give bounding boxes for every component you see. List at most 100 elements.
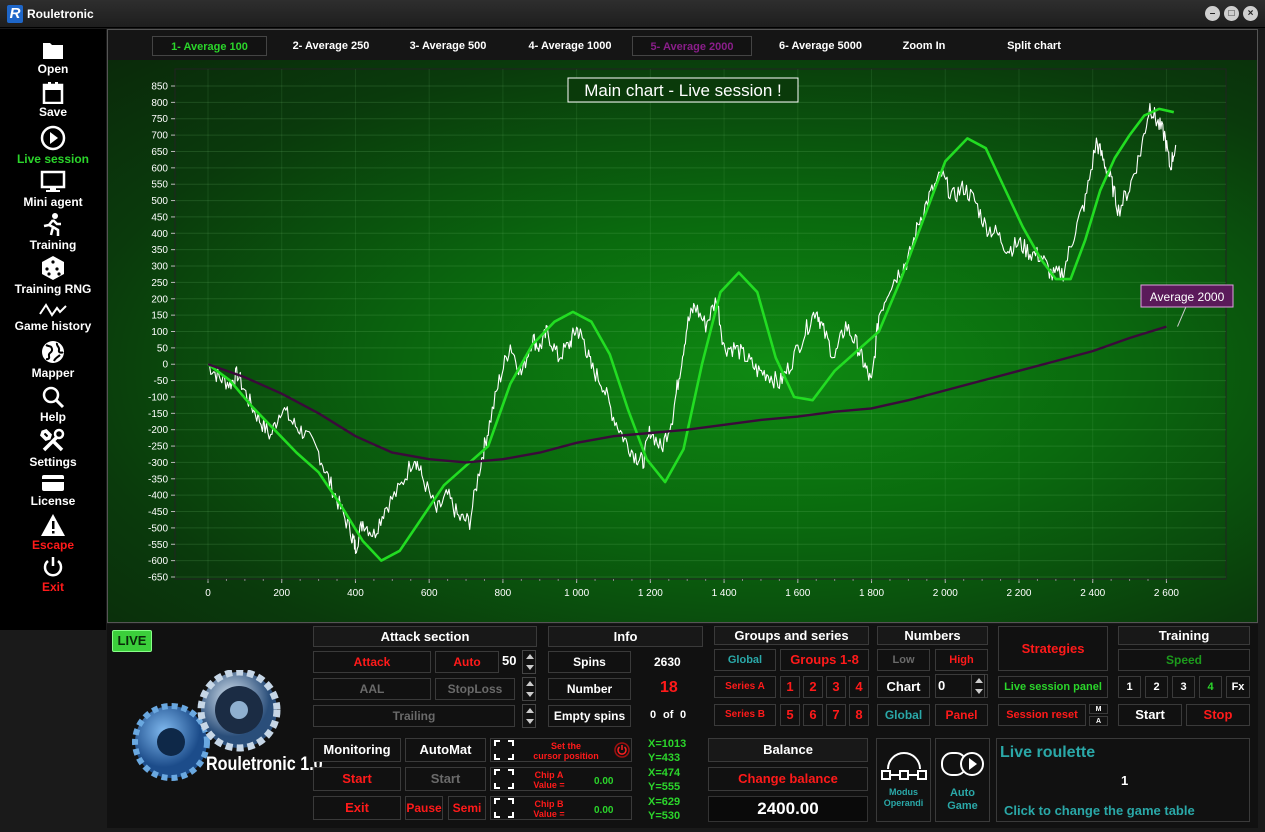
sidebar-item-live-session[interactable]: Live session bbox=[0, 125, 106, 166]
chart-button[interactable]: Chart bbox=[877, 676, 930, 698]
mode-a-button[interactable]: A bbox=[1089, 716, 1108, 726]
group-2-button[interactable]: 2 bbox=[803, 676, 823, 698]
auto-game-button[interactable]: Auto Game bbox=[935, 738, 990, 822]
automat-start-button[interactable]: Start bbox=[405, 767, 486, 791]
sidebar-item-settings[interactable]: Settings bbox=[0, 428, 106, 469]
group-3-button[interactable]: 3 bbox=[826, 676, 846, 698]
brand-label: Rouletronic 1.0 bbox=[206, 754, 323, 775]
card-icon bbox=[42, 475, 64, 491]
series-a-button[interactable]: Series A bbox=[714, 676, 776, 698]
pulse-icon bbox=[39, 303, 67, 317]
group-6-button[interactable]: 6 bbox=[803, 704, 823, 726]
groups-1-8-button[interactable]: Groups 1-8 bbox=[780, 649, 869, 671]
monitoring-exit-button[interactable]: Exit bbox=[313, 796, 401, 820]
tab-split-chart[interactable]: Split chart bbox=[994, 36, 1074, 56]
session-reset-button[interactable]: Session reset bbox=[998, 704, 1086, 726]
empty-spins-total: 0 bbox=[680, 709, 687, 721]
info-title: Info bbox=[548, 626, 703, 647]
tab-average-250[interactable]: 2- Average 250 bbox=[276, 36, 386, 56]
high-button[interactable]: High bbox=[935, 649, 988, 671]
sidebar-item-save[interactable]: Save bbox=[0, 82, 106, 119]
sidebar-item-exit[interactable]: Exit bbox=[0, 555, 106, 594]
tab-average-1000[interactable]: 4- Average 1000 bbox=[511, 36, 629, 56]
change-game-table-link[interactable]: Click to change the game table bbox=[1004, 803, 1195, 818]
panel-button[interactable]: Panel bbox=[935, 704, 988, 726]
sidebar-item-training[interactable]: Training bbox=[0, 213, 106, 252]
tab-average-2000[interactable]: 5- Average 2000 bbox=[632, 36, 752, 56]
fx-button[interactable]: Fx bbox=[1226, 676, 1250, 698]
groups-global-button[interactable]: Global bbox=[714, 649, 776, 671]
chip-a-button[interactable]: Chip A Value = 0.00 bbox=[490, 767, 632, 791]
trailing-spinner[interactable] bbox=[522, 704, 536, 728]
trailing-button[interactable]: Trailing bbox=[313, 705, 515, 727]
speed-2-button[interactable]: 2 bbox=[1145, 676, 1168, 698]
pause-button[interactable]: Pause bbox=[405, 796, 443, 820]
balance-value: 2400.00 bbox=[708, 796, 868, 822]
tab-zoom-in[interactable]: Zoom In bbox=[888, 36, 960, 56]
speed-button[interactable]: Speed bbox=[1118, 649, 1250, 671]
sidebar-item-mapper[interactable]: Mapper bbox=[0, 339, 106, 380]
close-button[interactable]: × bbox=[1243, 6, 1258, 21]
sidebar-item-escape[interactable]: Escape bbox=[0, 513, 106, 552]
set-cursor-line2: cursor position bbox=[533, 751, 599, 761]
power-icon bbox=[43, 557, 63, 577]
change-balance-button[interactable]: Change balance bbox=[708, 767, 868, 791]
series-b-button[interactable]: Series B bbox=[714, 704, 776, 726]
y-tick-label: 350 bbox=[151, 245, 168, 256]
sidebar-item-license[interactable]: License bbox=[0, 473, 106, 508]
modus-operandi-button[interactable]: Modus Operandi bbox=[876, 738, 931, 822]
chip-a-value: 0.00 bbox=[594, 776, 614, 787]
speed-1-button[interactable]: 1 bbox=[1118, 676, 1141, 698]
live-roulette-panel[interactable]: Live roulette 1 Click to change the game… bbox=[996, 738, 1250, 822]
average-100-line bbox=[207, 107, 1175, 562]
sidebar-item-training-rng[interactable]: Training RNG bbox=[0, 255, 106, 296]
group-1-button[interactable]: 1 bbox=[780, 676, 800, 698]
monitoring-button[interactable]: Monitoring bbox=[313, 738, 401, 762]
strategies-button[interactable]: Strategies bbox=[998, 626, 1108, 671]
chart-tab-bar: 1- Average 100 2- Average 250 3- Average… bbox=[108, 30, 1257, 60]
tab-average-100[interactable]: 1- Average 100 bbox=[152, 36, 267, 56]
sidebar-item-open[interactable]: Open bbox=[0, 39, 106, 76]
training-stop-button[interactable]: Stop bbox=[1186, 704, 1250, 726]
low-button[interactable]: Low bbox=[877, 649, 930, 671]
attack-value-spinner[interactable] bbox=[522, 650, 536, 674]
group-4-button[interactable]: 4 bbox=[849, 676, 869, 698]
speed-4-button[interactable]: 4 bbox=[1199, 676, 1222, 698]
auto-button[interactable]: Auto bbox=[435, 651, 499, 673]
tab-average-5000[interactable]: 6- Average 5000 bbox=[763, 36, 878, 56]
training-start-button[interactable]: Start bbox=[1118, 704, 1182, 726]
aal-button[interactable]: AAL bbox=[313, 678, 431, 700]
automat-button[interactable]: AutoMat bbox=[405, 738, 486, 762]
chart-number-spinner[interactable] bbox=[971, 674, 985, 698]
y-tick-label: -400 bbox=[148, 491, 168, 502]
y-tick-label: 600 bbox=[151, 163, 168, 174]
speed-3-button[interactable]: 3 bbox=[1172, 676, 1195, 698]
stoploss-spinner[interactable] bbox=[522, 677, 536, 701]
numbers-global-button[interactable]: Global bbox=[877, 704, 930, 726]
live-session-panel-button[interactable]: Live session panel bbox=[998, 676, 1108, 698]
maximize-button[interactable]: □ bbox=[1224, 6, 1239, 21]
group-8-button[interactable]: 8 bbox=[849, 704, 869, 726]
chip-b-button[interactable]: Chip B Value = 0.00 bbox=[490, 796, 632, 820]
control-panel: LIVE Rouletronic 1.0 Attack section Atta… bbox=[107, 624, 1258, 828]
crosshair-icon bbox=[494, 740, 514, 760]
semi-button[interactable]: Semi bbox=[448, 796, 486, 820]
group-7-button[interactable]: 7 bbox=[826, 704, 846, 726]
sidebar-item-help[interactable]: Help bbox=[0, 385, 106, 424]
attack-button[interactable]: Attack bbox=[313, 651, 431, 673]
x-tick-label: 1 000 bbox=[564, 588, 589, 599]
set-cursor-position-button[interactable]: Set the cursor position bbox=[490, 738, 632, 762]
tab-average-500[interactable]: 3- Average 500 bbox=[393, 36, 503, 56]
x-tick-label: 1 600 bbox=[785, 588, 810, 599]
sidebar-item-game-history[interactable]: Game history bbox=[0, 302, 106, 333]
monitoring-start-button[interactable]: Start bbox=[313, 767, 401, 791]
sidebar-item-mini-agent[interactable]: Mini agent bbox=[0, 170, 106, 209]
minimize-button[interactable]: – bbox=[1205, 6, 1220, 21]
attack-value[interactable]: 50 bbox=[502, 653, 516, 668]
stoploss-button[interactable]: StopLoss bbox=[435, 678, 515, 700]
y-tick-label: 450 bbox=[151, 212, 168, 223]
mode-m-button[interactable]: M bbox=[1089, 704, 1108, 714]
main-chart[interactable]: 8508007507006506005505004504003503002502… bbox=[108, 60, 1257, 622]
group-5-button[interactable]: 5 bbox=[780, 704, 800, 726]
groups-series-title: Groups and series bbox=[714, 626, 869, 645]
